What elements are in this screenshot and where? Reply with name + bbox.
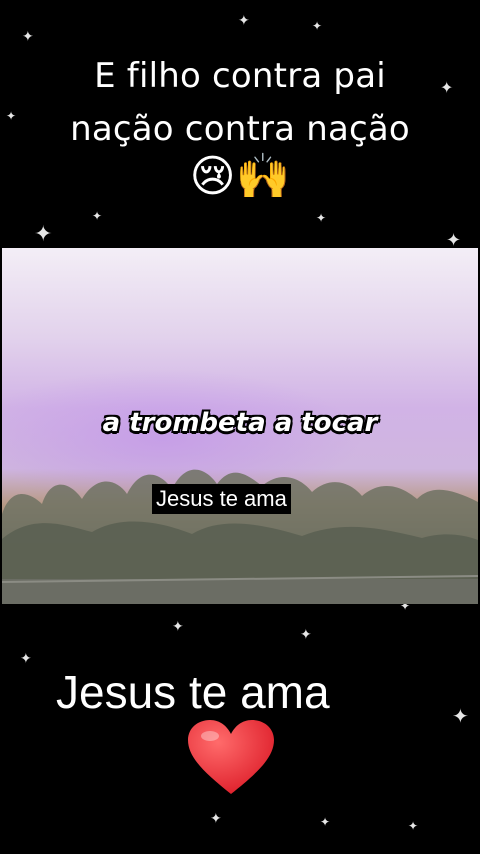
sparkle-icon: ✦ (172, 619, 184, 635)
sparkle-icon: ✦ (312, 19, 323, 33)
caption-line-2: nação contra nação (70, 108, 410, 149)
sparkle-icon: ✦ (20, 651, 32, 667)
bottom-caption: Jesus te ama (56, 666, 330, 718)
sparkle-icon: ✦ (22, 29, 34, 45)
sparkle-icon: ✦ (92, 209, 103, 223)
sparkle-icon: ✦ (300, 627, 312, 643)
heart-icon (188, 720, 274, 794)
sparkle-icon: ✦ (34, 222, 53, 247)
sparkle-icon: ✦ (408, 819, 419, 833)
treeline (2, 469, 478, 604)
video-label: Jesus te ama (152, 484, 291, 515)
sparkle-icon: ✦ (320, 815, 331, 829)
sparkle-icon: ✦ (238, 13, 250, 29)
sparkle-icon: ✦ (452, 704, 469, 728)
emoji-row: 😢🙌 (189, 151, 291, 202)
sparkle-icon: ✦ (210, 811, 222, 827)
top-caption: E filho contra pai nação contra nação (0, 50, 480, 155)
story-screen: { "top_caption": { "line1": "E filho con… (0, 0, 480, 854)
caption-line-1: E filho contra pai (94, 56, 386, 96)
sparkle-icon: ✦ (316, 211, 327, 225)
video-overlay-text: a trombeta a tocar (102, 408, 378, 438)
video-frame[interactable]: a trombeta a tocar (2, 248, 478, 604)
